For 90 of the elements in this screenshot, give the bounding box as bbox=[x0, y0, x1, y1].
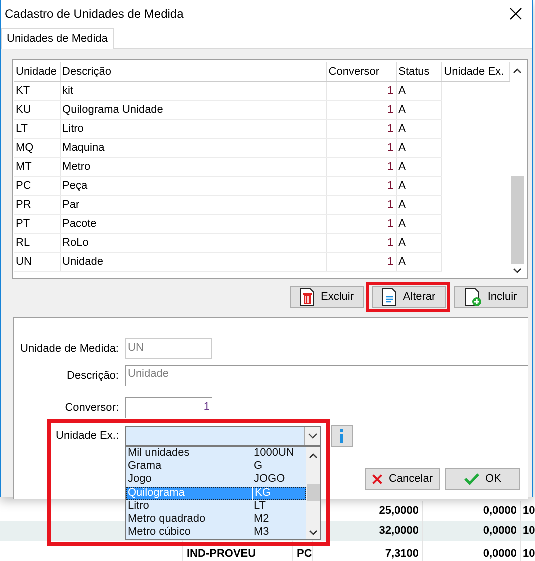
table-cell: 1 bbox=[387, 123, 394, 135]
table-cell: 1 bbox=[387, 85, 394, 97]
table-cell: PC bbox=[16, 180, 32, 192]
column-header[interactable]: Unidade Ex. bbox=[444, 66, 504, 78]
dropdown-option[interactable]: Litro LT bbox=[126, 500, 306, 513]
table-cell: A bbox=[398, 104, 406, 116]
document-icon bbox=[382, 288, 398, 306]
dropdown-option[interactable]: Mil unidades 1000UN bbox=[126, 447, 306, 460]
dropdown-option[interactable]: Metro cúbico M3 bbox=[126, 526, 306, 540]
table-cell: 10 bbox=[523, 505, 535, 517]
info-icon bbox=[340, 429, 344, 443]
close-icon[interactable] bbox=[510, 8, 522, 20]
field-label: Unidade de Medida: bbox=[20, 342, 119, 354]
table-cell: PC bbox=[297, 548, 312, 560]
table-cell: Par bbox=[62, 199, 80, 211]
table-cell: Metro bbox=[62, 161, 91, 173]
scroll-down-icon[interactable] bbox=[308, 530, 318, 536]
window-title: Cadastro de Unidades de Medida bbox=[5, 7, 184, 21]
table-cell: kit bbox=[62, 85, 74, 97]
toolbar-button[interactable]: Alterar bbox=[372, 286, 446, 308]
table-cell: Pacote bbox=[62, 218, 97, 230]
scrollbar[interactable] bbox=[306, 447, 320, 539]
scroll-thumb[interactable] bbox=[306, 484, 320, 501]
table-cell: 1 bbox=[387, 199, 394, 211]
table-cell: Peça bbox=[62, 180, 88, 192]
dialog-button[interactable]: OK bbox=[445, 468, 520, 490]
field-label: Descrição: bbox=[66, 370, 119, 382]
caret-icon bbox=[308, 433, 318, 439]
table-cell: IND-PROVEU bbox=[187, 548, 256, 560]
toolbar-button[interactable]: Excluir bbox=[290, 286, 364, 308]
table-cell: UN bbox=[16, 256, 32, 268]
table-cell: 1 bbox=[387, 180, 394, 192]
field-label: Conversor: bbox=[64, 402, 119, 414]
table-cell: 1 bbox=[387, 237, 394, 249]
table-cell: KT bbox=[16, 85, 30, 97]
table-cell: A bbox=[398, 256, 406, 268]
table-cell: A bbox=[398, 142, 406, 154]
table-cell: 0,0000 bbox=[483, 505, 517, 517]
table-cell: 0,0000 bbox=[483, 548, 517, 560]
table-cell: A bbox=[398, 123, 406, 135]
table-cell: LT bbox=[16, 123, 28, 135]
table-cell: A bbox=[398, 161, 406, 173]
table-cell: A bbox=[398, 85, 406, 97]
table-cell: 1 bbox=[387, 104, 394, 116]
table-cell: KU bbox=[16, 104, 32, 116]
column-header[interactable]: Conversor bbox=[328, 66, 380, 78]
scroll-up-icon[interactable] bbox=[308, 453, 318, 459]
table-cell: RL bbox=[16, 237, 30, 249]
table-cell: Unidade bbox=[62, 256, 104, 268]
tab[interactable]: Unidades de Medida bbox=[1, 28, 114, 49]
table-cell: RoLo bbox=[62, 237, 89, 249]
table-cell: 10 bbox=[523, 548, 535, 560]
table-cell: A bbox=[398, 180, 406, 192]
table-cell: MQ bbox=[16, 142, 34, 154]
table-cell: MT bbox=[16, 161, 32, 173]
table-cell: 1 bbox=[387, 161, 394, 173]
table-cell: 0,0000 bbox=[483, 525, 517, 537]
scroll-down-icon[interactable] bbox=[513, 268, 522, 274]
table-cell: A bbox=[398, 218, 406, 230]
table-cell: 1 bbox=[387, 218, 394, 230]
table-cell: Litro bbox=[62, 123, 84, 135]
table-cell: 10 bbox=[523, 525, 535, 537]
table-cell: A bbox=[398, 237, 406, 249]
info-button[interactable] bbox=[331, 425, 353, 447]
table-cell: 1 bbox=[387, 142, 394, 154]
column-header[interactable]: Unidade bbox=[16, 66, 57, 78]
table-cell: 32,0000 bbox=[379, 525, 419, 537]
column-header[interactable]: Status bbox=[398, 66, 430, 78]
add-document-icon bbox=[464, 288, 482, 306]
dropdown-option[interactable]: Grama G bbox=[126, 460, 306, 474]
table-cell: PT bbox=[16, 218, 30, 230]
column-header[interactable]: Descrição bbox=[62, 66, 112, 78]
field-label: Unidade Ex.: bbox=[55, 430, 119, 442]
table-cell: Quilograma Unidade bbox=[62, 104, 164, 116]
table-cell: A bbox=[398, 199, 406, 211]
dropdown-option[interactable]: Metro quadrado M2 bbox=[126, 512, 306, 526]
table-cell: 1 bbox=[387, 256, 394, 268]
table-cell: 7,3100 bbox=[385, 548, 419, 560]
check-icon bbox=[464, 473, 480, 485]
scroll-thumb[interactable] bbox=[511, 176, 524, 264]
toolbar-button[interactable]: Incluir bbox=[454, 286, 528, 308]
dialog-button[interactable]: Cancelar bbox=[365, 468, 440, 490]
dropdown-option[interactable]: Jogo JOGO bbox=[126, 473, 306, 487]
table-cell: 25,0000 bbox=[379, 505, 419, 517]
close-icon bbox=[372, 472, 383, 486]
dropdown-field[interactable] bbox=[125, 426, 321, 446]
table-cell: Maquina bbox=[62, 142, 105, 154]
trash-icon bbox=[300, 288, 315, 306]
scroll-up-icon[interactable] bbox=[513, 68, 522, 74]
table-cell: PR bbox=[16, 199, 32, 211]
